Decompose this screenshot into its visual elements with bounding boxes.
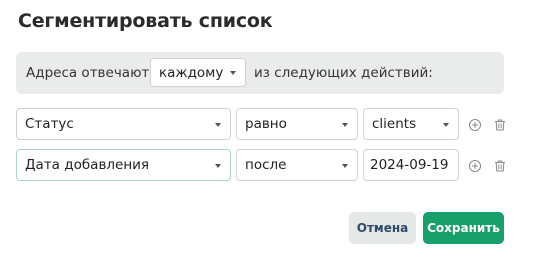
add-condition-icon[interactable] (468, 159, 482, 173)
trash-icon[interactable] (493, 159, 507, 173)
condition-field-select[interactable]: Дата добавления (16, 149, 231, 181)
condition-field-value: Статус (25, 116, 74, 132)
chevron-down-icon (215, 164, 221, 168)
condition-operator-value: равно (245, 116, 287, 132)
match-prefix-label: Адреса отвечают (26, 65, 150, 81)
chevron-down-icon (230, 71, 236, 75)
condition-value-value: clients (372, 116, 417, 132)
match-mode-value: каждому (159, 65, 224, 81)
condition-field-value: Дата добавления (25, 157, 150, 173)
trash-icon[interactable] (493, 118, 507, 132)
condition-operator-select[interactable]: равно (236, 108, 358, 140)
condition-date-value: 2024-09-19 (370, 157, 449, 173)
dialog-title: Сегментировать список (18, 10, 273, 32)
chevron-down-icon (215, 123, 221, 127)
save-button[interactable]: Сохранить (423, 212, 504, 244)
cancel-button[interactable]: Отмена (349, 212, 416, 244)
condition-operator-value: после (245, 157, 287, 173)
match-mode-select[interactable]: каждому (150, 58, 246, 87)
condition-field-select[interactable]: Статус (16, 108, 231, 140)
match-mode-panel: Адреса отвечают каждому из следующих дей… (16, 52, 504, 94)
condition-value-select[interactable]: clients (363, 108, 459, 140)
chevron-down-icon (342, 123, 348, 127)
add-condition-icon[interactable] (468, 118, 482, 132)
condition-operator-select[interactable]: после (236, 149, 358, 181)
chevron-down-icon (342, 164, 348, 168)
chevron-down-icon (443, 123, 449, 127)
condition-date-input[interactable]: 2024-09-19 (363, 149, 459, 181)
match-suffix-label: из следующих действий: (254, 65, 433, 81)
